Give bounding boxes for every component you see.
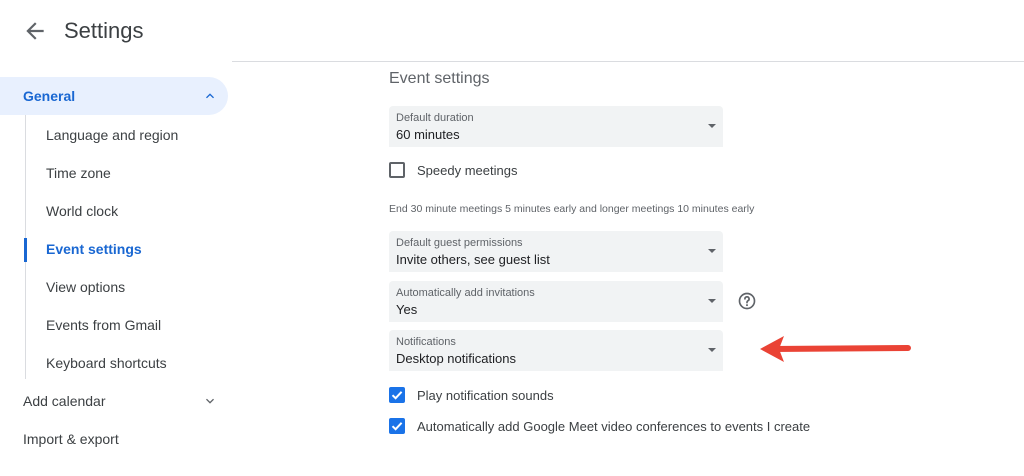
chevron-down-icon[interactable]	[202, 393, 218, 409]
select-value: Desktop notifications	[396, 351, 516, 366]
section-title: Event settings	[389, 70, 490, 87]
play-sounds-label: Play notification sounds	[417, 388, 554, 403]
back-arrow-icon[interactable]	[22, 18, 48, 44]
select-caption: Default duration	[396, 112, 474, 124]
select-value: Yes	[396, 302, 418, 317]
guest-permissions-select[interactable]: Default guest permissions Invite others,…	[389, 231, 723, 272]
sidebar-item-language-and-region[interactable]: Language and region	[46, 127, 178, 143]
sidebar-item-event-settings[interactable]: Event settings	[46, 241, 142, 257]
sidebar-item-view-options[interactable]: View options	[46, 279, 125, 295]
checkmark-icon	[391, 391, 403, 400]
default-duration-select[interactable]: Default duration 60 minutes	[389, 106, 723, 147]
active-indicator	[24, 238, 27, 262]
header-divider	[232, 61, 1024, 62]
speedy-meetings-checkbox[interactable]	[389, 162, 405, 178]
auto-meet-checkbox[interactable]	[389, 418, 405, 434]
auto-invitations-select[interactable]: Automatically add invitations Yes	[389, 281, 723, 322]
select-caption: Automatically add invitations	[396, 287, 535, 299]
play-sounds-checkbox[interactable]	[389, 387, 405, 403]
dropdown-arrow-icon	[708, 249, 716, 253]
sidebar-item-events-from-gmail[interactable]: Events from Gmail	[46, 317, 161, 333]
select-caption: Notifications	[396, 336, 456, 348]
checkmark-icon	[391, 422, 403, 431]
dropdown-arrow-icon	[708, 299, 716, 303]
notifications-select[interactable]: Notifications Desktop notifications	[389, 330, 723, 371]
select-value: Invite others, see guest list	[396, 252, 550, 267]
select-value: 60 minutes	[396, 127, 460, 142]
help-icon[interactable]	[737, 291, 757, 311]
chevron-up-icon	[206, 93, 214, 99]
dropdown-arrow-icon	[708, 124, 716, 128]
annotation-arrow-icon	[760, 336, 911, 362]
sidebar: General Language and region Time zone Wo…	[0, 62, 232, 476]
sidebar-item-world-clock[interactable]: World clock	[46, 203, 118, 219]
sidebar-item-keyboard-shortcuts[interactable]: Keyboard shortcuts	[46, 355, 167, 371]
sidebar-item-time-zone[interactable]: Time zone	[46, 165, 111, 181]
auto-meet-label: Automatically add Google Meet video conf…	[417, 419, 811, 434]
dropdown-arrow-icon	[708, 348, 716, 352]
page-title: Settings	[64, 18, 144, 43]
sidebar-item-label: General	[23, 88, 76, 104]
sidebar-item-general[interactable]: General	[0, 77, 228, 115]
sidebar-item-import-export[interactable]: Import & export	[23, 431, 119, 447]
page-header: Settings	[0, 0, 1024, 62]
speedy-meetings-hint: End 30 minute meetings 5 minutes early a…	[389, 203, 755, 215]
select-caption: Default guest permissions	[396, 237, 523, 249]
sidebar-item-add-calendar[interactable]: Add calendar	[23, 393, 106, 409]
speedy-meetings-label: Speedy meetings	[417, 163, 518, 178]
